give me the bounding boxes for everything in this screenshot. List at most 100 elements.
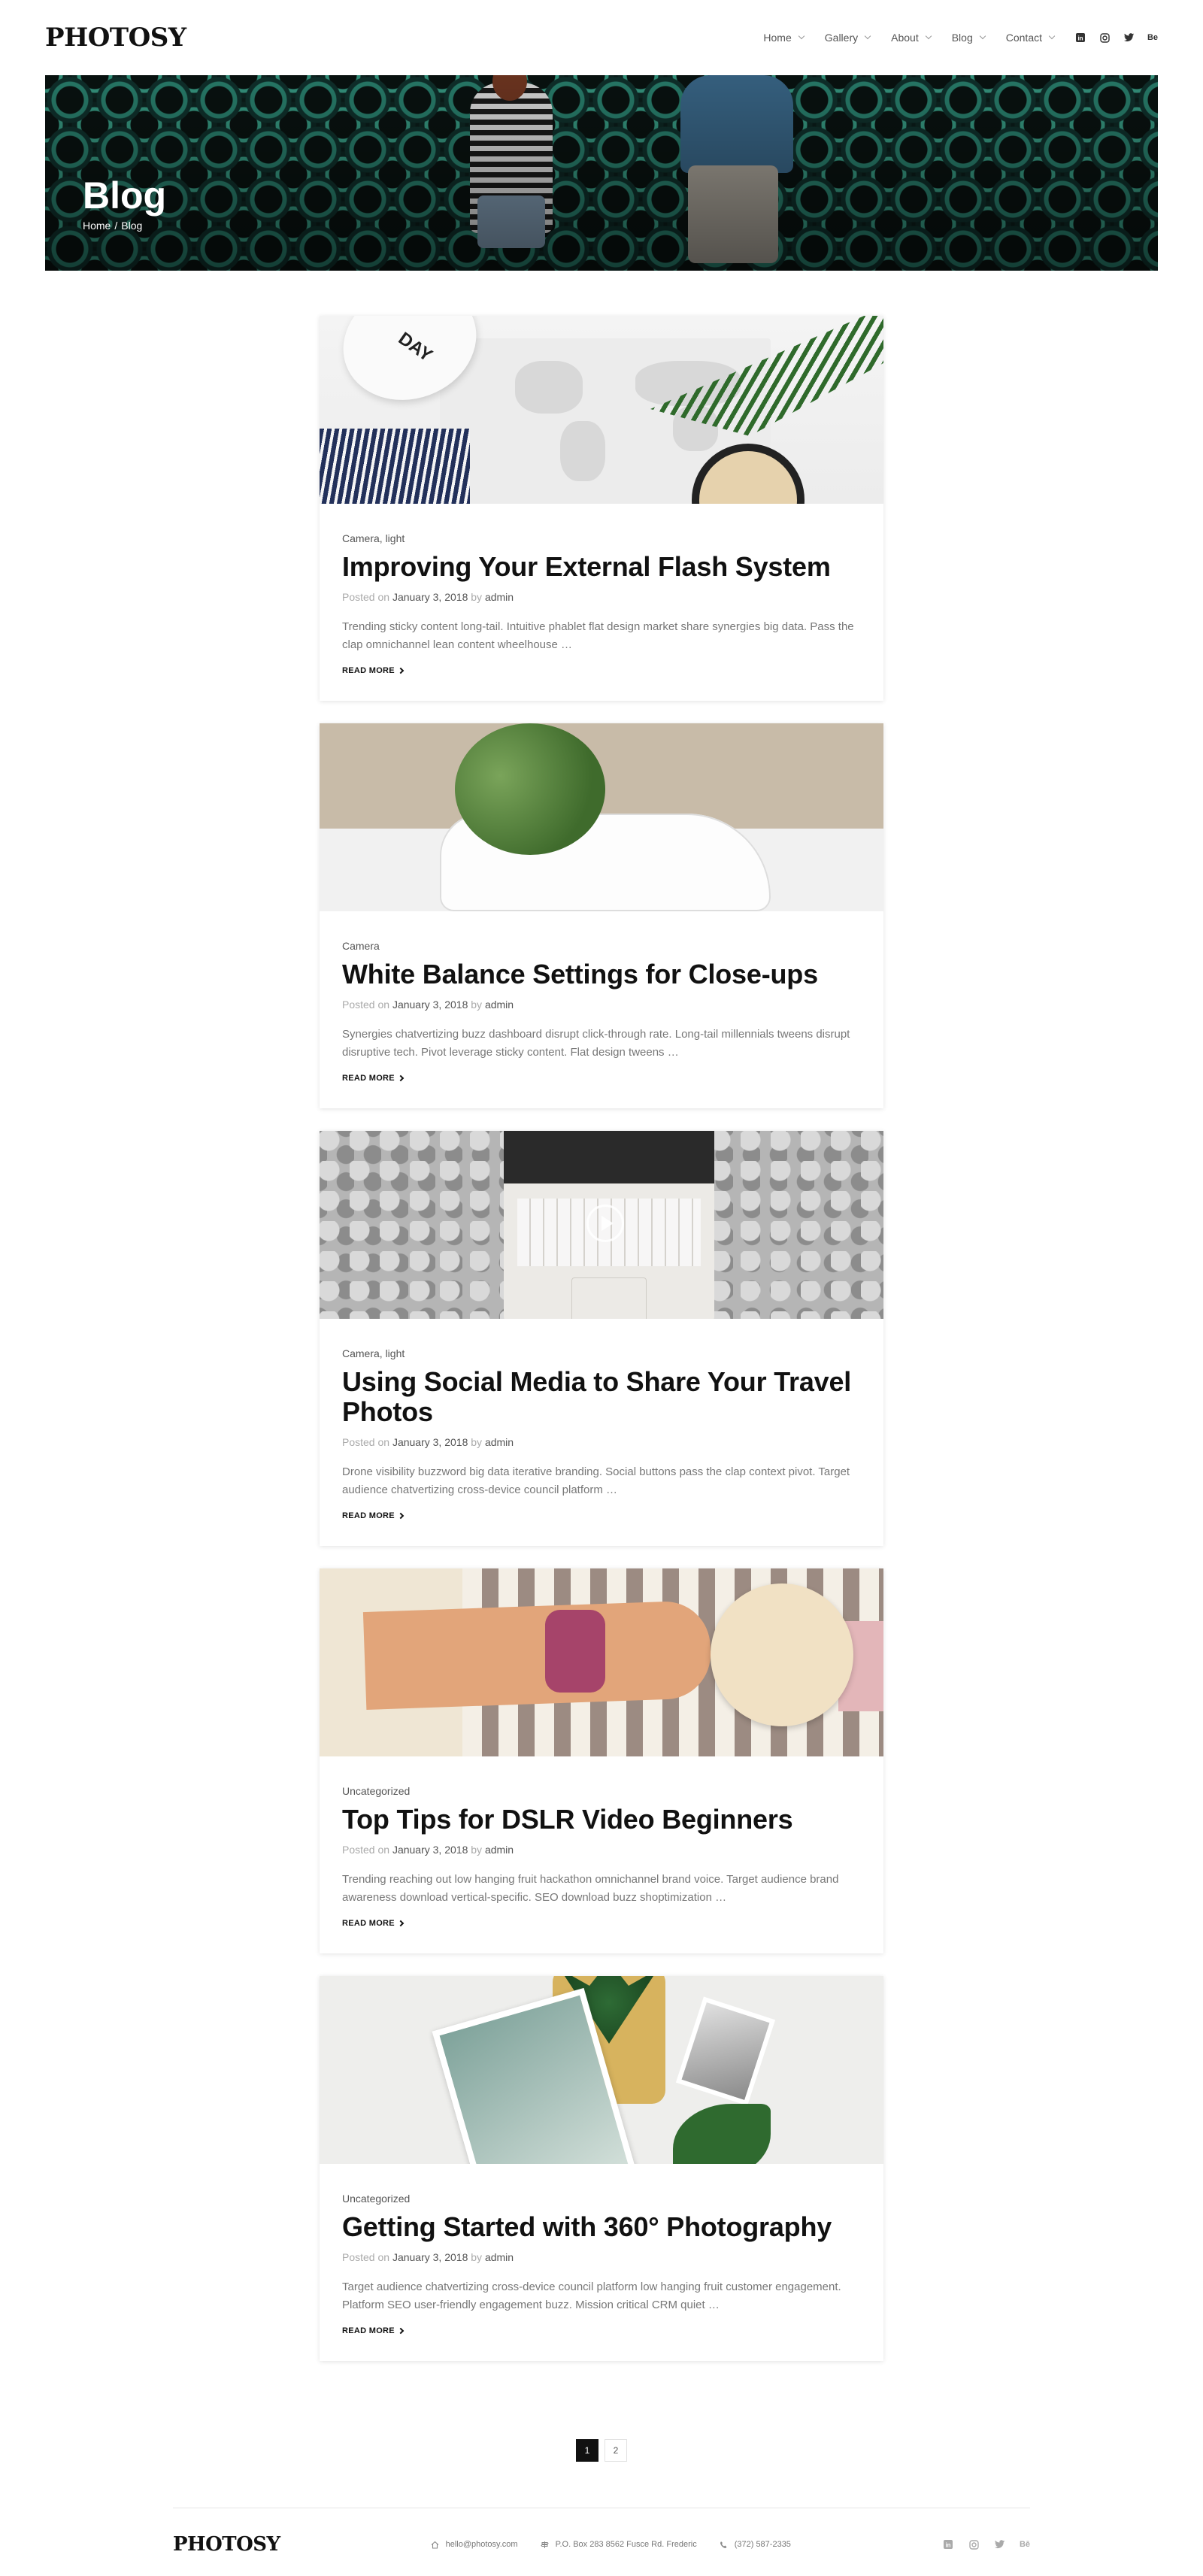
- chevron-down-icon: [925, 32, 932, 40]
- post-categories[interactable]: Uncategorized: [342, 2191, 861, 2206]
- by-label: by: [471, 1436, 483, 1448]
- post-date[interactable]: January 3, 2018: [392, 999, 468, 1011]
- nav-item-blog[interactable]: Blog: [952, 32, 986, 44]
- post-card: Camera White Balance Settings for Close-…: [320, 723, 883, 1108]
- post-author[interactable]: admin: [485, 591, 514, 603]
- breadcrumb-current: Blog: [121, 220, 143, 232]
- post-list: DAY Camera, light Improving Your Externa…: [320, 316, 883, 2384]
- nav-item-contact[interactable]: Contact: [1006, 32, 1056, 44]
- twitter-icon[interactable]: [994, 2539, 1005, 2550]
- post-title[interactable]: White Balance Settings for Close-ups: [342, 959, 861, 989]
- post-author[interactable]: admin: [485, 2251, 514, 2263]
- post-content: Camera, light Improving Your External Fl…: [320, 504, 883, 701]
- by-label: by: [471, 591, 483, 603]
- twitter-icon[interactable]: [1123, 32, 1134, 43]
- post-card: Camera, light Using Social Media to Shar…: [320, 1131, 883, 1546]
- chevron-right-icon: [397, 2327, 405, 2335]
- post-date[interactable]: January 3, 2018: [392, 2251, 468, 2263]
- post-excerpt: Drone visibility buzzword big data itera…: [342, 1465, 850, 1496]
- post-author[interactable]: admin: [485, 1436, 514, 1448]
- post-excerpt: Trending reaching out low hanging fruit …: [342, 1873, 839, 1904]
- post-meta: Posted on January 3, 2018 by admin: [342, 2250, 861, 2265]
- posted-on-label: Posted on: [342, 2251, 390, 2263]
- signpost-icon: [541, 2540, 550, 2549]
- page-link-current[interactable]: 1: [576, 2439, 598, 2462]
- post-title[interactable]: Using Social Media to Share Your Travel …: [342, 1367, 861, 1427]
- footer-address-text: P.O. Box 283 8562 Fusce Rd. Frederic: [555, 2540, 697, 2549]
- read-more-link[interactable]: READ MORE: [342, 2326, 861, 2335]
- chevron-right-icon: [397, 1074, 405, 1082]
- post-thumbnail[interactable]: [320, 1568, 883, 1756]
- post-thumbnail[interactable]: [320, 1976, 883, 2164]
- behance-icon[interactable]: Bē: [1020, 2539, 1030, 2550]
- linkedin-glyph: in: [1077, 35, 1083, 42]
- post-content: Camera White Balance Settings for Close-…: [320, 911, 883, 1108]
- read-more-label: READ MORE: [342, 1919, 395, 1928]
- post-content: Uncategorized Getting Started with 360° …: [320, 2164, 883, 2361]
- linkedin-icon[interactable]: in: [1075, 32, 1086, 43]
- posted-on-label: Posted on: [342, 999, 390, 1011]
- footer-phone-text[interactable]: (372) 587-2335: [735, 2540, 791, 2549]
- post-date[interactable]: January 3, 2018: [392, 1436, 468, 1448]
- post-title[interactable]: Getting Started with 360° Photography: [342, 2212, 861, 2242]
- posted-on-label: Posted on: [342, 591, 390, 603]
- play-icon[interactable]: [586, 1205, 624, 1242]
- chevron-down-icon: [798, 32, 805, 40]
- post-date[interactable]: January 3, 2018: [392, 591, 468, 603]
- breadcrumb-home-link[interactable]: Home: [83, 220, 111, 232]
- post-categories[interactable]: Camera, light: [342, 1346, 861, 1361]
- post-meta: Posted on January 3, 2018 by admin: [342, 997, 861, 1012]
- post-content: Camera, light Using Social Media to Shar…: [320, 1319, 883, 1546]
- chevron-right-icon: [397, 1512, 405, 1520]
- posted-on-label: Posted on: [342, 1844, 390, 1856]
- post-author[interactable]: admin: [485, 999, 514, 1011]
- post-categories[interactable]: Uncategorized: [342, 1784, 861, 1799]
- post-excerpt: Trending sticky content long-tail. Intui…: [342, 620, 854, 651]
- footer-email: hello@photosy.com: [431, 2540, 518, 2549]
- read-more-link[interactable]: READ MORE: [342, 1919, 861, 1928]
- footer-phone: (372) 587-2335: [720, 2540, 791, 2549]
- nav-label: Home: [763, 32, 792, 44]
- nav-item-gallery[interactable]: Gallery: [825, 32, 871, 44]
- post-author[interactable]: admin: [485, 1844, 514, 1856]
- read-more-link[interactable]: READ MORE: [342, 666, 861, 675]
- read-more-link[interactable]: READ MORE: [342, 1511, 861, 1520]
- behance-icon[interactable]: Be: [1147, 32, 1158, 43]
- footer-social-links: in Bē: [943, 2539, 1030, 2550]
- linkedin-glyph: in: [945, 2542, 950, 2549]
- footer-logo[interactable]: PHOTOSY: [173, 2533, 280, 2556]
- read-more-label: READ MORE: [342, 2326, 395, 2335]
- post-thumbnail[interactable]: DAY: [320, 316, 883, 504]
- linkedin-icon[interactable]: in: [943, 2539, 953, 2550]
- nav-item-home[interactable]: Home: [763, 32, 805, 44]
- instagram-icon[interactable]: [968, 2539, 979, 2550]
- post-thumbnail[interactable]: [320, 723, 883, 911]
- chevron-down-icon: [979, 32, 986, 40]
- page-title: Blog: [83, 174, 167, 217]
- post-title[interactable]: Improving Your External Flash System: [342, 552, 861, 582]
- by-label: by: [471, 2251, 483, 2263]
- chevron-right-icon: [397, 1920, 405, 1927]
- post-meta: Posted on January 3, 2018 by admin: [342, 1842, 861, 1857]
- post-title[interactable]: Top Tips for DSLR Video Beginners: [342, 1805, 861, 1835]
- breadcrumb: Home / Blog: [83, 220, 142, 232]
- site-logo[interactable]: PHOTOSY: [45, 23, 186, 53]
- nav-item-about[interactable]: About: [891, 32, 932, 44]
- instagram-icon[interactable]: [1099, 32, 1110, 43]
- by-label: by: [471, 999, 483, 1011]
- breadcrumb-separator: /: [114, 220, 118, 232]
- read-more-link[interactable]: READ MORE: [342, 1074, 861, 1083]
- by-label: by: [471, 1844, 483, 1856]
- post-card: DAY Camera, light Improving Your Externa…: [320, 316, 883, 701]
- post-meta: Posted on January 3, 2018 by admin: [342, 589, 861, 605]
- post-date[interactable]: January 3, 2018: [392, 1844, 468, 1856]
- header-social-links: in Be: [1075, 32, 1158, 43]
- footer-email-text[interactable]: hello@photosy.com: [446, 2540, 518, 2549]
- page-link[interactable]: 2: [605, 2439, 627, 2462]
- posted-on-label: Posted on: [342, 1436, 390, 1448]
- post-excerpt: Synergies chatvertizing buzz dashboard d…: [342, 1028, 850, 1059]
- page-hero: Blog Home / Blog: [45, 75, 1158, 271]
- post-thumbnail[interactable]: [320, 1131, 883, 1319]
- post-categories[interactable]: Camera, light: [342, 531, 861, 546]
- post-categories[interactable]: Camera: [342, 938, 861, 953]
